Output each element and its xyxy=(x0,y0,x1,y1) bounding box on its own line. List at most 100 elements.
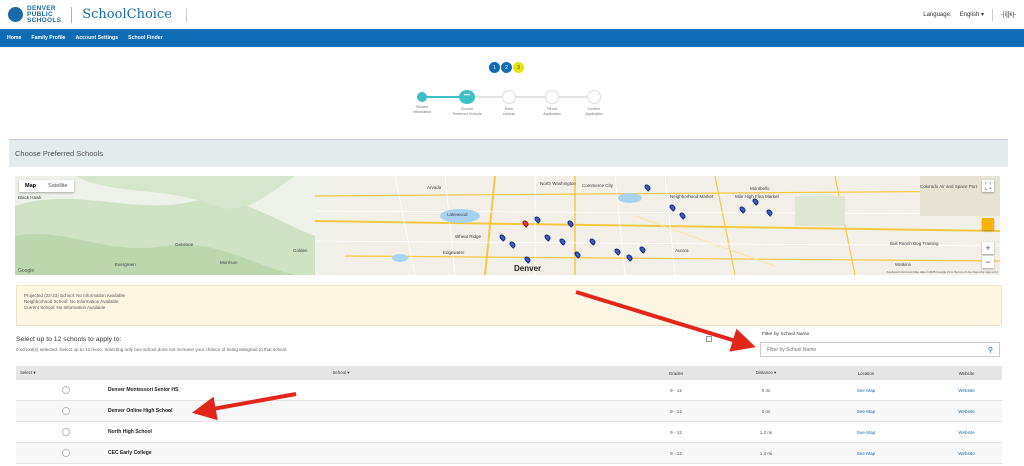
map-label-commerce-city: Commerce City xyxy=(582,183,614,188)
logo-text: DENVER PUBLIC SCHOOLS xyxy=(27,5,62,24)
website-link[interactable]: Website xyxy=(931,430,1002,435)
logo-divider xyxy=(71,6,73,23)
map-label-golden: Golden xyxy=(293,248,308,253)
map-label-north-washington: North Washington xyxy=(540,181,576,186)
selection-title: Select up to 12 schools to apply to: xyxy=(16,336,122,343)
nav-home[interactable]: Home xyxy=(7,35,21,41)
select-radio[interactable] xyxy=(62,406,70,415)
page-indicator-2[interactable]: 2 xyxy=(501,62,512,73)
nav-school-finder[interactable]: School Finder xyxy=(128,35,163,41)
step-2-label-2: Preferred Schools xyxy=(452,111,482,116)
zoom-out-button[interactable]: − xyxy=(982,256,994,268)
table-row: CEC Early College 9 - 12 1.4 mi See Map … xyxy=(16,443,1002,464)
search-icon[interactable]: ⚲ xyxy=(988,346,993,354)
see-map-link[interactable]: See Map xyxy=(801,451,931,456)
school-grades: 9 - 12 xyxy=(670,408,682,414)
map-label-lakewood: Lakewood xyxy=(447,212,468,217)
satellite-tab[interactable]: Satellite xyxy=(42,180,74,192)
column-header-distance[interactable]: Distance ▾ xyxy=(731,370,801,376)
header-label-school: School xyxy=(332,370,346,375)
filter-checkbox[interactable] xyxy=(706,336,712,342)
school-name: Denver Online High School xyxy=(108,408,173,414)
step-choose-preferred-schools: ••• Choose Preferred Schools xyxy=(447,90,487,116)
school-grades: 9 - 12 xyxy=(670,387,682,393)
step-3-label-2: schools xyxy=(502,111,516,116)
step-5-label-2: Application xyxy=(585,111,603,116)
select-radio[interactable] xyxy=(62,385,70,394)
chevron-down-icon: ▾ xyxy=(980,12,984,18)
current-school: Current School: No Information Available xyxy=(24,305,106,310)
step-confirm-application: Confirm Application xyxy=(574,90,614,116)
google-logo: Google xyxy=(18,268,35,274)
step-4-label-1: Fill out xyxy=(546,107,558,111)
app-title: SchoolChoice xyxy=(82,7,172,22)
step-1-label-1: Student xyxy=(415,105,429,109)
filter-field[interactable]: ⚲ xyxy=(760,342,1000,357)
website-link[interactable]: Website xyxy=(931,409,1002,414)
step-4-label-2: Application xyxy=(543,111,561,116)
logo-line-3: SCHOOLS xyxy=(27,16,62,24)
street-view-icon[interactable] xyxy=(982,218,994,230)
map-attribution[interactable]: Keyboard shortcuts Map data ©2025 Google… xyxy=(887,270,998,274)
page-indicator-3[interactable]: 3 xyxy=(513,62,524,73)
application-stepper: Student Information ••• Choose Preferred S… xyxy=(402,90,622,120)
map-type-tabs: Map Satellite xyxy=(19,180,74,192)
logo-icon xyxy=(8,7,23,22)
column-header-select[interactable]: Select ▾ xyxy=(16,370,61,376)
fullscreen-icon[interactable]: ⛶ xyxy=(982,180,994,192)
step-rank-schools: Rank schools xyxy=(489,90,529,116)
see-map-link[interactable]: See Map xyxy=(801,409,931,414)
header-label-website: Website xyxy=(958,370,975,376)
user-menu[interactable]: ‑[i][k]‑ xyxy=(1001,12,1016,18)
page-indicator: 1 2 3 xyxy=(489,62,524,73)
language-select[interactable]: English ▾ xyxy=(960,11,984,18)
school-grades: 9 - 12 xyxy=(670,429,682,435)
map-tab[interactable]: Map xyxy=(19,180,42,192)
school-info-box: Projected (22-23) School: No Information… xyxy=(16,285,1002,326)
map-label-aurora: Aurora xyxy=(675,248,689,253)
school-name: CEC Early College xyxy=(108,450,152,456)
nav-family-profile[interactable]: Family Profile xyxy=(31,35,65,41)
schools-table: Select ▾ School ▾ Grades Distance ▾ Loca… xyxy=(16,366,1002,464)
step-5-label-1: Confirm xyxy=(587,107,601,111)
header-label-select: Select xyxy=(20,370,33,375)
zoom-in-button[interactable]: + xyxy=(982,242,994,254)
dps-logo[interactable]: DENVER PUBLIC SCHOOLS SchoolChoice xyxy=(8,5,187,24)
map-label-flea-market: Mile High Flea Market xyxy=(735,194,779,199)
see-map-link[interactable]: See Map xyxy=(801,388,931,393)
nav-account-settings[interactable]: Account Settings xyxy=(75,35,118,41)
school-map[interactable]: Map Satellite ⛶ + − Black Hawk Arvada Wh… xyxy=(15,176,1000,275)
step-current-icon: ••• xyxy=(459,90,475,104)
step-pending-icon xyxy=(545,90,559,104)
map-label-arvada: Arvada xyxy=(427,185,442,190)
section-header: Choose Preferred Schools xyxy=(9,139,1008,167)
map-label-montbello: Montbello xyxy=(750,186,770,191)
column-header-grades[interactable]: Grades xyxy=(621,371,731,376)
filter-label: Filter by School Name xyxy=(762,332,810,337)
website-link[interactable]: Website xyxy=(931,388,1002,393)
language-label: Language: xyxy=(923,11,952,18)
school-name: Denver Montessori Senior HS xyxy=(108,387,179,393)
step-done-icon xyxy=(417,92,427,102)
school-distance: 1.4 mi xyxy=(759,450,773,456)
website-link[interactable]: Website xyxy=(931,451,1002,456)
see-map-link[interactable]: See Map xyxy=(801,430,931,435)
step-pending-icon xyxy=(587,90,601,104)
school-distance: 0 mi xyxy=(761,408,771,414)
step-3-label-1: Rank xyxy=(504,107,514,111)
column-header-school[interactable]: School ▾ xyxy=(61,370,621,376)
header-label-distance: Distance xyxy=(755,370,773,375)
page-indicator-1[interactable]: 1 xyxy=(489,62,500,73)
select-radio[interactable] xyxy=(62,427,70,436)
table-header: Select ▾ School ▾ Grades Distance ▾ Loca… xyxy=(16,366,1002,380)
map-label-evergreen: Evergreen xyxy=(115,262,136,267)
select-radio[interactable] xyxy=(62,448,70,457)
map-label-neighborhood-market: Neighborhood Market xyxy=(670,194,714,199)
header-right-divider xyxy=(992,8,993,21)
map-label-genesee: Genesee xyxy=(175,242,194,247)
map-label-dog-training: Bull Ranch Dog Training xyxy=(890,241,939,246)
map-background xyxy=(15,176,1000,275)
map-label-wheat-ridge: Wheat Ridge xyxy=(455,234,482,239)
filter-input[interactable] xyxy=(767,346,988,353)
header-label-grades: Grades xyxy=(668,370,684,376)
